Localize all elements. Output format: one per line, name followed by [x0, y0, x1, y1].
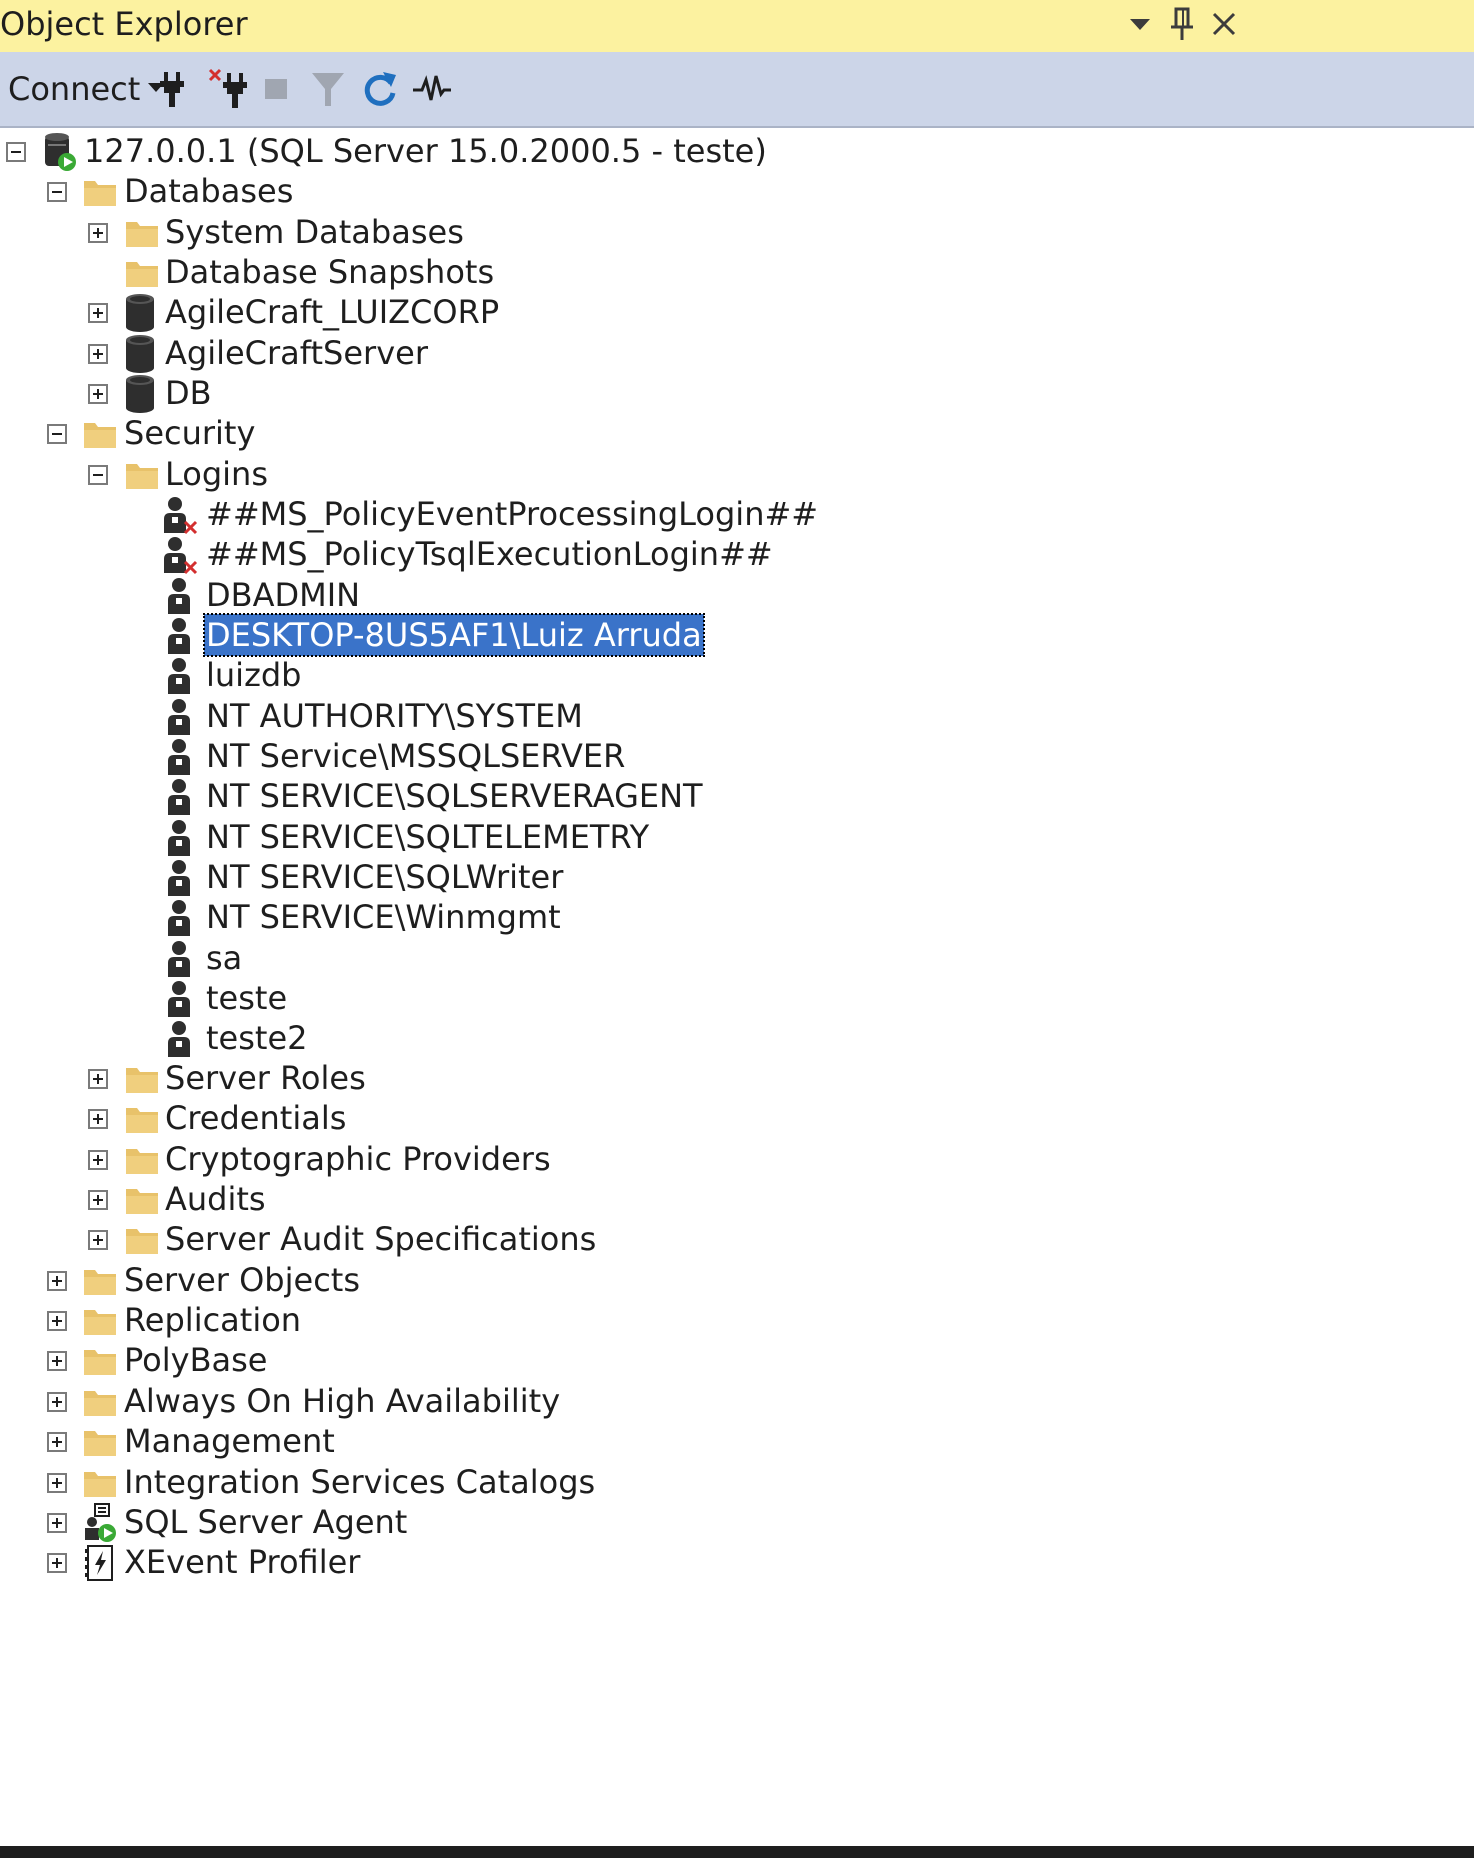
tree-node-label: Server Objects	[124, 1261, 360, 1299]
tree-node-label: Cryptographic Providers	[165, 1140, 551, 1178]
login-label: NT Service\MSSQLSERVER	[206, 737, 626, 775]
stop-icon	[265, 79, 287, 99]
disabled-login-icon	[160, 533, 200, 577]
login-label: sa	[206, 939, 243, 977]
expand-toggle[interactable]	[88, 1069, 108, 1089]
tree-node-label: AgileCraftServer	[165, 334, 428, 372]
folder-icon	[122, 1097, 162, 1141]
expand-toggle[interactable]	[88, 1190, 108, 1210]
login-label: NT SERVICE\SQLTELEMETRY	[206, 818, 650, 856]
expand-toggle[interactable]	[88, 1230, 108, 1250]
security-label: Security	[124, 414, 256, 452]
tree-node-label: Server Roles	[165, 1059, 366, 1097]
tree-node-label: SQL Server Agent	[124, 1503, 408, 1541]
expand-toggle[interactable]	[47, 1432, 67, 1452]
expand-toggle[interactable]	[47, 1351, 67, 1371]
logins-label: Logins	[165, 455, 268, 493]
plug-icon	[160, 72, 184, 107]
xevent-profiler-icon	[80, 1541, 120, 1585]
tree-node-label: Credentials	[165, 1099, 347, 1137]
login-label: NT SERVICE\SQLWriter	[206, 858, 564, 896]
login-label: DBADMIN	[206, 576, 361, 614]
connect-object-explorer-button[interactable]	[148, 66, 196, 112]
connect-dropdown-button[interactable]: Connect	[8, 66, 165, 112]
login-label: DESKTOP-8US5AF1\Luiz Arruda	[203, 613, 705, 657]
object-explorer-toolbar: Connect	[0, 52, 1474, 128]
server-label: 127.0.0.1 (SQL Server 15.0.2000.5 - test…	[84, 132, 767, 170]
tree-node-label: Management	[124, 1422, 335, 1460]
login-label: luizdb	[206, 656, 302, 694]
activity-monitor-button[interactable]	[408, 66, 456, 112]
expand-toggle[interactable]	[47, 1311, 67, 1331]
panel-title-bar: Object Explorer	[0, 0, 1474, 52]
bottom-border	[0, 1846, 1474, 1858]
close-button[interactable]	[1204, 2, 1244, 46]
expand-toggle[interactable]	[47, 1392, 67, 1412]
window-position-dropdown-button[interactable]	[1120, 2, 1160, 46]
expand-toggle[interactable]	[88, 384, 108, 404]
expand-toggle[interactable]	[88, 223, 108, 243]
login-icon	[160, 654, 200, 698]
filter-button[interactable]	[304, 66, 352, 112]
folder-icon	[80, 1420, 120, 1464]
login-label: NT SERVICE\Winmgmt	[206, 898, 561, 936]
collapse-toggle[interactable]	[88, 465, 108, 485]
expand-toggle[interactable]	[47, 1271, 67, 1291]
connect-label: Connect	[8, 70, 141, 108]
auto-hide-pin-button[interactable]	[1162, 2, 1202, 46]
tree-node-label: Replication	[124, 1301, 302, 1339]
login-label: ##MS_PolicyEventProcessingLogin##	[206, 495, 819, 533]
object-explorer-panel: Object Explorer Connect 127.0.0.1 (SQL S…	[0, 0, 1474, 1858]
expand-toggle[interactable]	[88, 1109, 108, 1129]
tree-node-label: XEvent Profiler	[124, 1543, 361, 1581]
panel-title: Object Explorer	[0, 5, 248, 43]
tree-node-label: PolyBase	[124, 1341, 268, 1379]
pin-icon	[1171, 7, 1193, 40]
folder-icon	[80, 170, 120, 214]
expand-toggle[interactable]	[88, 303, 108, 323]
login-label: teste	[206, 979, 288, 1017]
stop-button[interactable]	[252, 66, 300, 112]
close-icon	[1212, 12, 1236, 36]
databases-label: Databases	[124, 172, 294, 210]
tree-node-label: DB	[165, 374, 212, 412]
filter-icon	[312, 73, 344, 106]
tree-node-label: Integration Services Catalogs	[124, 1463, 596, 1501]
chevron-down-icon	[1130, 19, 1150, 30]
disconnect-icon	[208, 68, 247, 108]
tree-node-label: AgileCraft_LUIZCORP	[165, 293, 500, 331]
refresh-button[interactable]	[356, 66, 404, 112]
expand-toggle[interactable]	[47, 1513, 67, 1533]
tree-node-label: Database Snapshots	[165, 253, 495, 291]
expand-toggle[interactable]	[88, 344, 108, 364]
tree-node-label: Audits	[165, 1180, 266, 1218]
login-label: NT AUTHORITY\SYSTEM	[206, 697, 583, 735]
folder-icon	[80, 412, 120, 456]
disconnect-button[interactable]	[204, 66, 252, 112]
folder-icon	[80, 1339, 120, 1383]
login-label: ##MS_PolicyTsqlExecutionLogin##	[206, 535, 773, 573]
login-label: teste2	[206, 1019, 308, 1057]
tree-node-label: System Databases	[165, 213, 464, 251]
collapse-toggle[interactable]	[47, 182, 67, 202]
collapse-toggle[interactable]	[6, 142, 26, 162]
login-label: NT SERVICE\SQLSERVERAGENT	[206, 777, 703, 815]
expand-toggle[interactable]	[47, 1473, 67, 1493]
login-icon	[160, 896, 200, 940]
tree-node-label: Always On High Availability	[124, 1382, 561, 1420]
collapse-toggle[interactable]	[47, 424, 67, 444]
refresh-icon	[364, 72, 396, 106]
expand-toggle[interactable]	[47, 1553, 67, 1573]
folder-icon	[122, 1218, 162, 1262]
login-icon	[160, 775, 200, 819]
tree-node-xevent-profiler[interactable]: XEvent Profiler	[0, 1539, 600, 1587]
object-explorer-tree: 127.0.0.1 (SQL Server 15.0.2000.5 - test…	[0, 128, 1474, 1846]
tree-node-label: Server Audit Specifications	[165, 1220, 597, 1258]
activity-monitor-icon	[413, 75, 451, 101]
database-icon	[120, 291, 160, 335]
expand-toggle[interactable]	[88, 1150, 108, 1170]
